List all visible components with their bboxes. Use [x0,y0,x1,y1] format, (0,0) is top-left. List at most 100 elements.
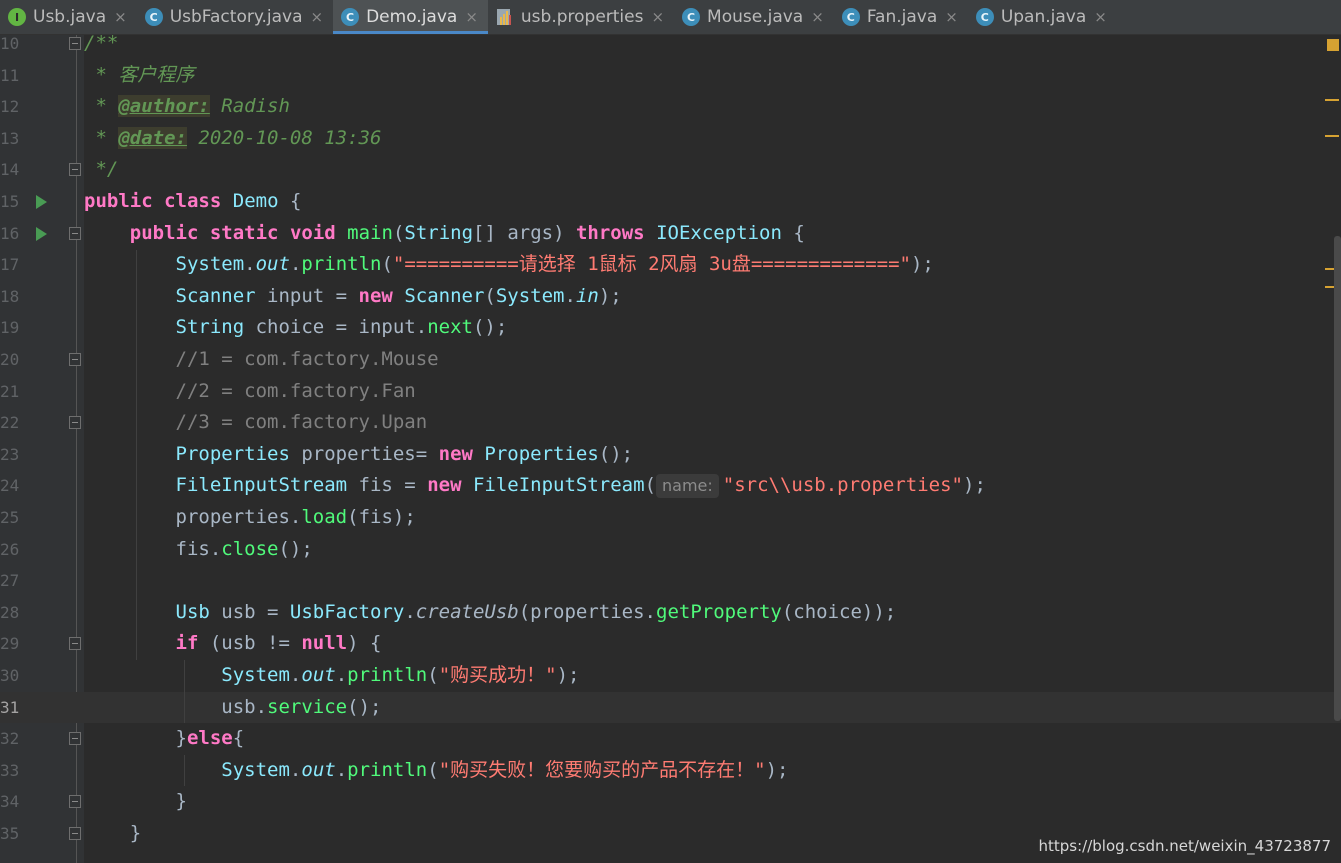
code-editor[interactable]: 10 /** 11 * 客户程序 12 * @author: Radish 13… [0,35,1341,863]
tab-label: Fan.java [866,7,938,27]
code-line[interactable]: 12 * @author: Radish [0,91,1341,123]
editor-tab-bar: I Usb.java × C UsbFactory.java × C Demo.… [0,0,1341,35]
fold-icon[interactable] [69,163,81,177]
code-text: System.out.println("购买成功！"); [221,664,580,686]
line-number: 30 [0,666,20,685]
code-line[interactable]: 17 System.out.println("==========请选择 1鼠标… [0,249,1341,281]
fold-icon[interactable] [69,732,81,746]
code-text: properties.load(fis); [175,506,416,528]
code-text: FileInputStream fis = new FileInputStrea… [175,474,986,499]
code-line[interactable]: 30 System.out.println("购买成功！"); [0,660,1341,692]
code-line[interactable]: 18 Scanner input = new Scanner(System.in… [0,281,1341,313]
parameter-hint: name: [656,474,719,499]
code-text: String choice = input.next(); [175,316,508,339]
code-line[interactable]: 27 [0,565,1341,597]
fold-icon[interactable] [69,37,81,50]
line-number: 31 [0,697,20,717]
class-icon: C [341,8,360,26]
tab-upan-java[interactable]: C Upan.java × [968,0,1117,34]
line-number: 17 [0,255,20,275]
fold-icon[interactable] [69,226,81,240]
close-icon[interactable]: × [465,8,478,26]
indent-guide [184,660,185,723]
code-line[interactable]: 10 /** [0,35,1341,60]
code-line[interactable]: 26 fis.close(); [0,534,1341,566]
code-line-current[interactable]: 31 usb.service(); [0,691,1341,724]
interface-icon: I [8,8,26,26]
code-text: //1 = com.factory.Mouse [175,348,439,370]
tab-mouse-java[interactable]: C Mouse.java × [674,0,834,34]
fold-icon[interactable] [69,637,81,651]
line-number: 15 [0,192,20,211]
line-number: 25 [0,508,20,527]
properties-file-icon [496,8,514,26]
tab-label: usb.properties [520,7,644,27]
line-number: 32 [0,729,20,749]
code-line[interactable]: 15 public class Demo { [0,186,1341,218]
code-line[interactable]: 28 Usb usb = UsbFactory.createUsb(proper… [0,597,1341,629]
line-number: 23 [0,444,20,464]
line-number: 12 [0,97,20,117]
code-text: //2 = com.factory.Fan [175,379,416,402]
code-text: if (usb != null) { [175,632,382,655]
code-line[interactable]: 19 String choice = input.next(); [0,312,1341,344]
line-number: 26 [0,539,20,559]
run-icon[interactable] [36,226,47,241]
code-text: usb.service(); [221,695,382,718]
tab-fan-java[interactable]: C Fan.java × [834,0,968,34]
code-text: public static void main(String[] args) t… [129,221,805,244]
code-line[interactable]: 20 //1 = com.factory.Mouse [0,344,1341,376]
tab-usb-properties[interactable]: usb.properties × [488,0,674,34]
code-text: * 客户程序 [84,63,195,86]
close-icon[interactable]: × [114,8,127,26]
code-line[interactable]: 23 Properties properties= new Properties… [0,439,1341,471]
tab-label: Usb.java [33,7,107,27]
code-line[interactable]: 11 * 客户程序 [0,60,1341,92]
tab-label: Mouse.java [707,7,804,27]
line-number: 24 [0,476,20,496]
class-icon: C [841,8,860,26]
code-text: Scanner input = new Scanner(System.in); [175,284,622,307]
class-icon: C [975,8,994,26]
fold-icon[interactable] [69,353,81,366]
warning-stripe[interactable] [1325,135,1339,137]
code-line[interactable]: 22 //3 = com.factory.Upan [0,407,1341,439]
code-text: } [129,822,142,844]
close-icon[interactable]: × [811,8,824,26]
vertical-scrollbar[interactable] [1334,236,1341,721]
code-line[interactable]: 29 if (usb != null) { [0,628,1341,660]
warning-stripe[interactable] [1327,39,1339,51]
close-icon[interactable]: × [945,8,958,26]
tab-usbfactory-java[interactable]: C UsbFactory.java × [137,0,333,34]
close-icon[interactable]: × [1094,8,1107,26]
code-text: Usb usb = UsbFactory.createUsb(propertie… [175,600,897,623]
line-number: 10 [0,35,20,53]
fold-icon[interactable] [69,827,81,840]
close-icon[interactable]: × [311,8,324,26]
code-line[interactable]: 34 } [0,786,1341,818]
code-line[interactable]: 16 public static void main(String[] args… [0,218,1341,250]
run-icon[interactable] [36,195,47,209]
tab-demo-java[interactable]: C Demo.java × [333,0,488,34]
code-text: } [175,790,187,813]
class-icon: C [144,8,163,26]
code-line[interactable]: 21 //2 = com.factory.Fan [0,376,1341,408]
line-number: 34 [0,792,20,812]
close-icon[interactable]: × [651,8,664,26]
code-line[interactable]: 25 properties.load(fis); [0,502,1341,534]
tab-usb-java[interactable]: I Usb.java × [0,0,137,34]
line-number: 35 [0,824,20,843]
line-number: 33 [0,760,20,780]
fold-icon[interactable] [69,795,81,809]
code-line[interactable]: 33 System.out.println("购买失败！您要购买的产品不存在！"… [0,755,1341,787]
line-number: 20 [0,350,20,369]
code-text: Properties properties= new Properties(); [175,442,634,465]
code-line[interactable]: 24 FileInputStream fis = new FileInputSt… [0,470,1341,502]
code-line[interactable]: 32 }else{ [0,723,1341,755]
line-number: 27 [0,571,20,591]
code-line[interactable]: 14 */ [0,154,1341,186]
code-line[interactable]: 13 * @date: 2020-10-08 13:36 [0,123,1341,155]
fold-icon[interactable] [69,416,81,430]
line-number: 11 [0,65,20,85]
warning-stripe[interactable] [1325,99,1339,101]
